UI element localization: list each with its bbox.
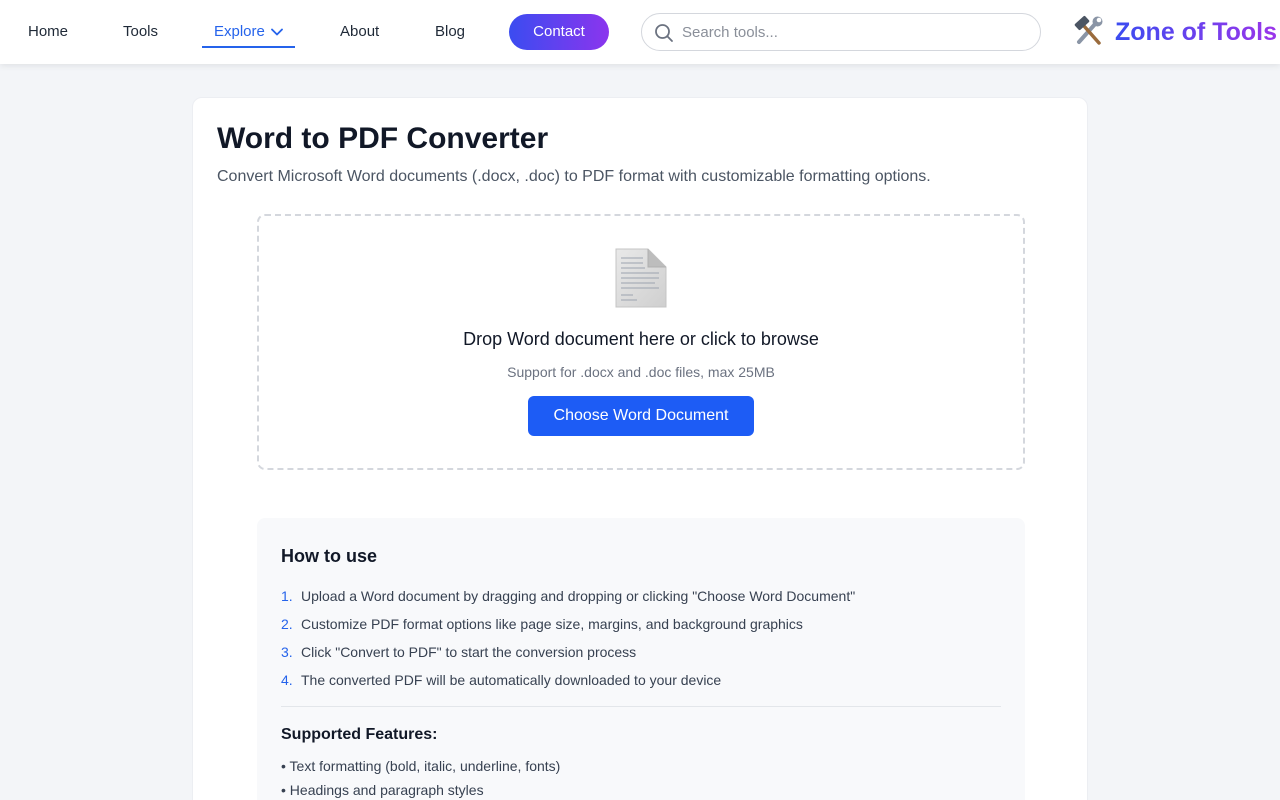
contact-button[interactable]: Contact — [509, 14, 609, 50]
divider — [281, 706, 1001, 707]
dropzone-subtitle: Support for .docx and .doc files, max 25… — [507, 364, 775, 380]
step-text: Upload a Word document by dragging and d… — [301, 588, 856, 604]
top-navbar: Home Tools Explore About Blog Contact Zo… — [0, 0, 1280, 64]
page-subtitle: Convert Microsoft Word documents (.docx,… — [217, 168, 931, 185]
step-item: 1. Upload a Word document by dragging and… — [281, 588, 855, 616]
active-tab-indicator — [202, 46, 295, 48]
dropzone-title: Drop Word document here or click to brow… — [463, 329, 819, 349]
converter-card: Word to PDF Converter Convert Microsoft … — [192, 97, 1088, 800]
document-icon — [615, 248, 667, 308]
step-text: The converted PDF will be automatically … — [301, 672, 722, 688]
step-number: 4. — [281, 672, 293, 688]
search-input[interactable] — [682, 14, 1022, 50]
choose-document-button[interactable]: Choose Word Document — [528, 396, 754, 436]
step-item: 3. Click "Convert to PDF" to start the co… — [281, 644, 855, 672]
feature-item: • Text formatting (bold, italic, underli… — [281, 758, 561, 774]
nav-blog[interactable]: Blog — [435, 0, 465, 64]
step-number: 3. — [281, 644, 293, 660]
search-icon — [654, 23, 674, 48]
step-item: 2. Customize PDF format options like page… — [281, 616, 855, 644]
search-box — [641, 13, 1041, 51]
feature-item: • Headings and paragraph styles — [281, 782, 484, 798]
step-number: 2. — [281, 616, 293, 632]
nav-about[interactable]: About — [340, 0, 379, 64]
hammer-wrench-icon — [1072, 14, 1106, 48]
nav-explore-label: Explore — [214, 23, 265, 40]
nav-home[interactable]: Home — [28, 0, 68, 64]
file-dropzone[interactable]: Drop Word document here or click to brow… — [257, 214, 1025, 470]
step-item: 4. The converted PDF will be automaticall… — [281, 672, 855, 700]
how-to-use-title: How to use — [281, 546, 378, 566]
nav-explore[interactable]: Explore — [214, 0, 283, 64]
step-text: Click "Convert to PDF" to start the conv… — [301, 644, 637, 660]
chevron-down-icon — [270, 0, 283, 64]
features-list: • Text formatting (bold, italic, underli… — [281, 758, 560, 800]
how-to-use-panel: How to use 1. Upload a Word document by d… — [257, 518, 1025, 800]
step-number: 1. — [281, 588, 293, 604]
features-title: Supported Features: — [281, 726, 438, 743]
nav-tools[interactable]: Tools — [123, 0, 158, 64]
brand-name[interactable]: Zone of Tools — [1115, 0, 1277, 64]
step-text: Customize PDF format options like page s… — [301, 616, 803, 632]
page-title: Word to PDF Converter — [217, 122, 549, 155]
steps-list: 1. Upload a Word document by dragging and… — [281, 588, 855, 700]
